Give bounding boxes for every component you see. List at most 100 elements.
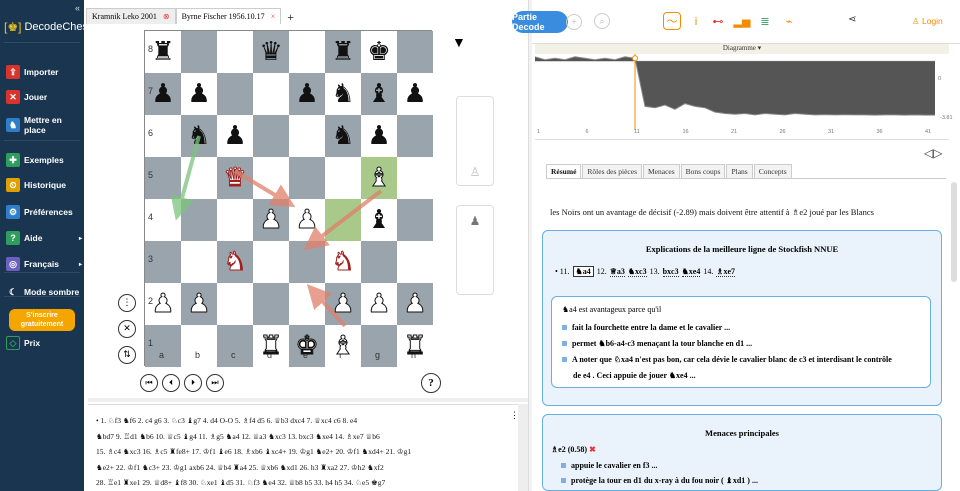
scrollbar[interactable] [518, 404, 528, 491]
black-piece-icon[interactable]: ♟ [181, 73, 217, 115]
square-e5[interactable] [289, 157, 325, 199]
more-options-icon[interactable]: ⋮ [118, 294, 136, 312]
black-piece-icon[interactable]: ♟ [397, 73, 433, 115]
square-e2[interactable] [289, 283, 325, 325]
move-line[interactable]: ♞e2+ 22. ♔f1 ♞c3+ 23. ♔g1 axb6 24. ♕b4 ♜… [96, 460, 514, 476]
tab-1[interactable]: Rôles des pièces [582, 164, 642, 178]
last-move-icon[interactable]: ⏭ [206, 374, 224, 392]
move-line[interactable]: • 1. ♘f3 ♞f6 2. c4 g6 3. ♘c3 ♝g7 4. d4 O… [96, 413, 514, 429]
white-piece-icon[interactable]: ♞ [325, 241, 361, 283]
white-piece-icon[interactable]: ♟ [253, 199, 289, 241]
square-d7[interactable] [253, 73, 289, 115]
tab-2[interactable]: Menaces [643, 164, 680, 178]
white-piece-icon[interactable]: ♟ [289, 199, 325, 241]
square-f5[interactable] [325, 157, 361, 199]
first-move-icon[interactable]: ⏮ [140, 374, 158, 392]
black-piece-icon[interactable]: ♚ [361, 31, 397, 73]
square-c7[interactable] [217, 73, 253, 115]
black-piece-icon[interactable]: ♜ [145, 31, 181, 73]
bar-chart-icon[interactable]: ▂▅ [733, 12, 751, 30]
add-icon[interactable]: + [566, 14, 582, 30]
square-g1[interactable] [361, 325, 397, 367]
move-line[interactable]: 28. ♖e1 ♜xe1 29. ♕d8+ ♝f8 30. ♘xe1 ♝d5 3… [96, 475, 514, 491]
square-c8[interactable] [217, 31, 253, 73]
black-piece-icon[interactable]: ♟ [145, 73, 181, 115]
sidebar-item-5[interactable]: ⚙ Préférences [6, 205, 82, 219]
square-b5[interactable] [181, 157, 217, 199]
black-piece-icon[interactable]: ♟ [217, 115, 253, 157]
black-piece-icon[interactable]: ♟ [289, 73, 325, 115]
black-piece-icon[interactable]: ♞ [325, 73, 361, 115]
sidebar-item-4[interactable]: ⏲ Historique [6, 178, 82, 192]
share-icon[interactable]: ⋖ [848, 14, 856, 25]
square-c2[interactable] [217, 283, 253, 325]
sidebar-item-6[interactable]: ? Aide ▸ [6, 231, 82, 245]
black-piece-icon[interactable]: ♛ [253, 31, 289, 73]
square-f4[interactable] [325, 199, 361, 241]
black-piece-icon[interactable]: ♝ [361, 73, 397, 115]
move-link[interactable]: bxc3 [662, 267, 679, 277]
square-e6[interactable] [289, 115, 325, 157]
black-piece-icon[interactable]: ♞ [325, 115, 361, 157]
list-icon[interactable]: ≣ [756, 12, 774, 30]
white-piece-icon[interactable]: ♞ [217, 241, 253, 283]
sidebar-item-3[interactable]: ✚ Exemples [6, 153, 82, 167]
login-button[interactable]: ♙ Login [912, 16, 943, 27]
white-piece-icon[interactable]: ♛ [217, 157, 253, 199]
current-move-dot[interactable] [632, 55, 638, 62]
info-icon[interactable]: i [687, 12, 705, 30]
move-line[interactable]: 15. ♗c4 ♞xc3 16. ♗c5 ♜fe8+ 17. ♔f1 ♝e6 1… [96, 444, 514, 460]
threat-icon[interactable]: ⊷ [709, 12, 727, 30]
square-b8[interactable] [181, 31, 217, 73]
close-icon[interactable]: ✖ [589, 445, 596, 454]
square-c4[interactable] [217, 199, 253, 241]
square-d3[interactable] [253, 241, 289, 283]
diagram-title[interactable]: Diagramme ▾ [535, 44, 949, 54]
white-piece-icon[interactable]: ♜ [397, 325, 433, 367]
square-d6[interactable] [253, 115, 289, 157]
next-move-icon[interactable]: ⏵ [184, 374, 202, 392]
help-icon[interactable]: ? [421, 373, 441, 393]
tab-game-2[interactable]: Byrne Fischer 1956.10.17 × [175, 8, 282, 24]
partie-decode-button[interactable]: Partie Decode [512, 11, 568, 33]
sidebar-item-1[interactable]: ✕ Jouer [6, 90, 82, 104]
white-piece-icon[interactable]: ♟ [181, 283, 217, 325]
prev-move-icon[interactable]: ⏴ [162, 374, 180, 392]
white-piece-icon[interactable]: ♟ [325, 283, 361, 325]
black-piece-icon[interactable]: ♝ [361, 199, 397, 241]
move-line[interactable]: ♞bd7 9. ♖d1 ♞b6 10. ♕c5 ♝g4 11. ♗g5 ♞a4 … [96, 429, 514, 445]
sidebar-item-0[interactable]: ⇪ Importer [6, 65, 82, 79]
move-link[interactable]: ♕a3 [609, 267, 625, 277]
scrollbar[interactable] [951, 182, 957, 282]
square-d5[interactable] [253, 157, 289, 199]
tab-game-1[interactable]: Kramnik Leko 2001 ⊗ [86, 8, 176, 24]
square-h4[interactable] [397, 199, 433, 241]
black-piece-icon[interactable]: ♜ [325, 31, 361, 73]
square-c1[interactable] [217, 325, 253, 367]
tab-4[interactable]: Plans [726, 164, 753, 178]
white-piece-icon[interactable]: ♝ [361, 157, 397, 199]
tab-5[interactable]: Concepts [753, 164, 792, 178]
sidebar-item-prix[interactable]: ◇ Prix [6, 336, 82, 350]
square-h5[interactable] [397, 157, 433, 199]
square-b4[interactable] [181, 199, 217, 241]
chess-board[interactable]: ♜ ♛ ♜ ♚ ♟ ♟ ♟ ♞ ♝ ♟ ♞ ♟ ♞ ♟ ♛ ♝ ♟ ♟ ♝ ♞ ♞ ♟ ♟ ♟ ♟ ♟ ♜ ♚ ♝ ♜ [144, 30, 433, 367]
activity-icon[interactable]: ⌁ [780, 12, 798, 30]
square-h6[interactable] [397, 115, 433, 157]
white-piece-icon[interactable]: ♜ [253, 325, 289, 367]
square-e3[interactable] [289, 241, 325, 283]
move-link[interactable]: ♞xe4 [681, 267, 701, 277]
move-link[interactable]: ♞xc3 [627, 267, 647, 277]
square-b3[interactable] [181, 241, 217, 283]
tab-0[interactable]: Résumé [546, 164, 582, 178]
tab-3[interactable]: Bons coups [680, 164, 726, 178]
vertical-splitter[interactable] [528, 0, 532, 491]
sidebar-item-7[interactable]: ◎ Français ▸ [6, 257, 82, 271]
square-e8[interactable] [289, 31, 325, 73]
black-piece-icon[interactable]: ♞ [181, 115, 217, 157]
square-d2[interactable] [253, 283, 289, 325]
search-icon[interactable]: ⌕ [594, 13, 610, 29]
signup-button[interactable]: S'inscrire gratuitement [9, 309, 75, 331]
square-h3[interactable] [397, 241, 433, 283]
threat-move[interactable]: ♗e2 (0.58) ✖ [551, 445, 596, 454]
